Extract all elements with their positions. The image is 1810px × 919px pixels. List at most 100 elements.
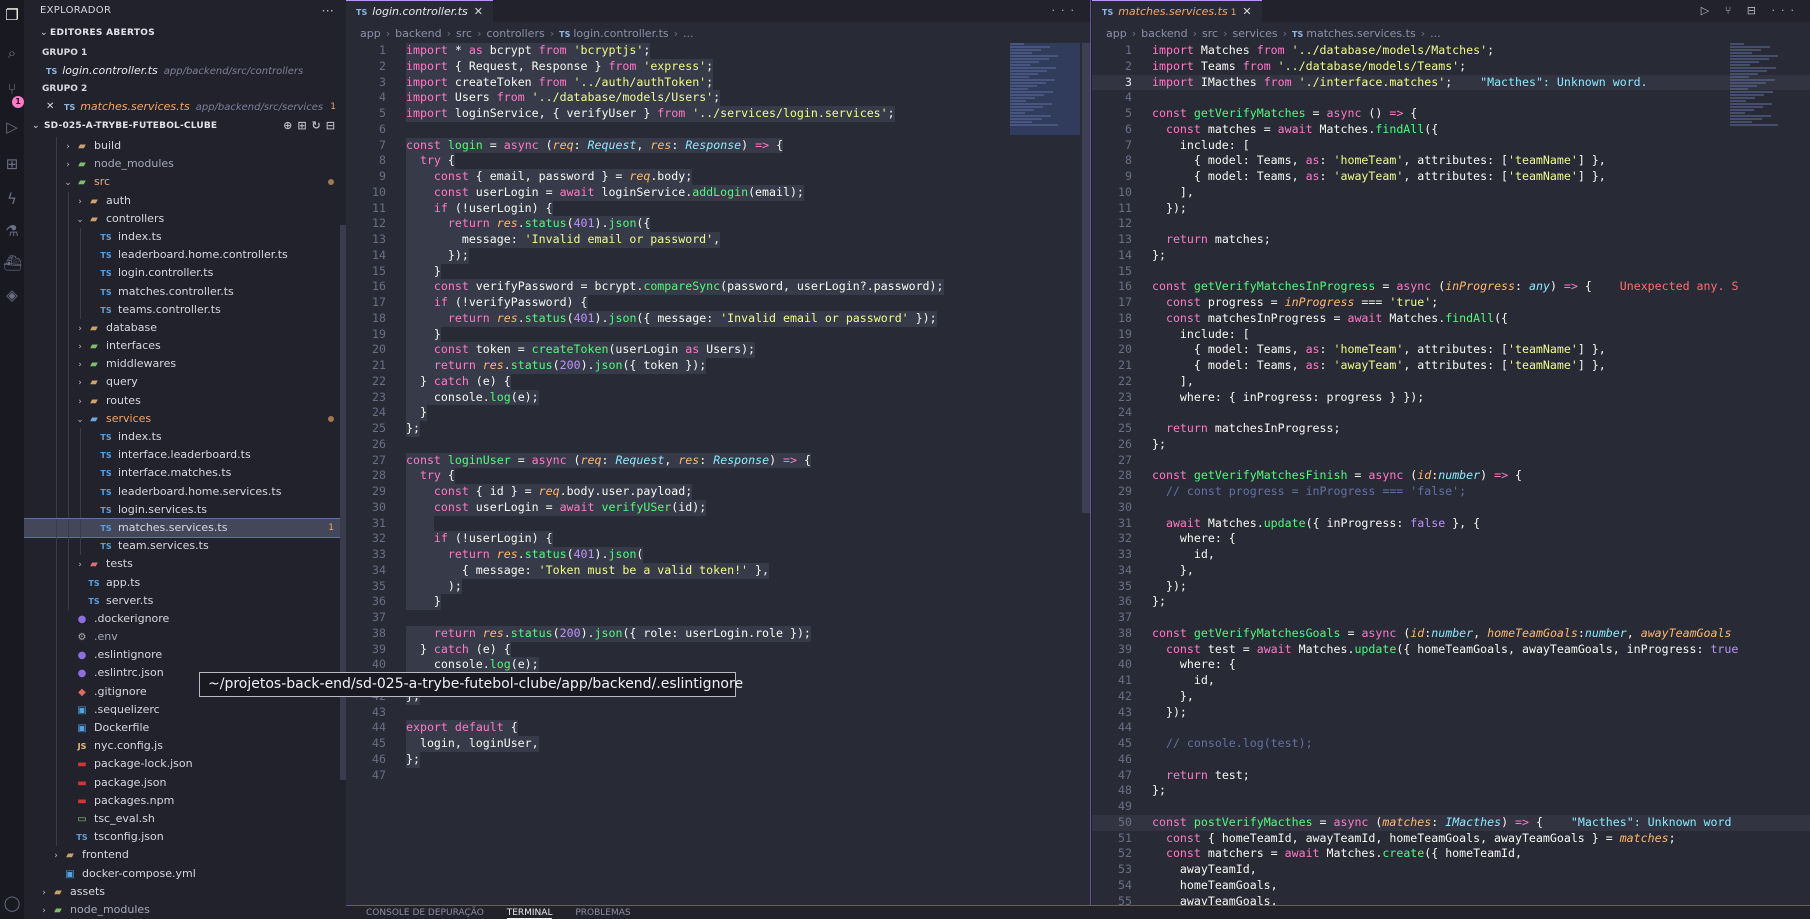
run-debug-icon[interactable]: ▷	[3, 118, 21, 136]
problem-count: 1	[330, 102, 336, 112]
breadcrumb-item[interactable]: src	[1202, 27, 1218, 40]
git-lens-icon[interactable]: ◈	[3, 286, 21, 304]
tree-item[interactable]: › ▰ database	[24, 318, 346, 338]
tree-item[interactable]: ▬ package.json	[24, 773, 346, 792]
tree-item[interactable]: ⚙ .env	[24, 628, 346, 647]
breadcrumb-item[interactable]: app	[1106, 27, 1127, 40]
extensions-icon[interactable]: ⊞	[3, 155, 21, 173]
breadcrumb-item[interactable]: ...	[683, 27, 694, 40]
folder-icon: ▰	[78, 159, 86, 171]
close-icon[interactable]: ✕	[46, 98, 54, 116]
tree-item[interactable]: › ▰ middlewares	[24, 355, 346, 374]
tree-item[interactable]: › ▰ node_modules	[24, 155, 346, 174]
minimap[interactable]	[1010, 43, 1080, 135]
tree-item[interactable]: TS matches.controller.ts	[24, 282, 346, 301]
tree-item[interactable]: TS index.ts	[24, 227, 346, 247]
tree-item[interactable]: TS app.ts	[24, 573, 346, 592]
more-actions-icon[interactable]: ···	[322, 0, 334, 22]
breadcrumb-item[interactable]: controllers	[486, 27, 544, 40]
tab-bar: TS login.controller.ts ✕ ···	[346, 0, 1090, 22]
git-icon: ◆	[78, 686, 86, 698]
folder-icon: ▰	[90, 341, 98, 353]
project-header[interactable]: ⌄ SD-025-A-TRYBE-FUTEBOL-CLUBE ⊕⊞↻⊟	[24, 116, 346, 136]
tree-item[interactable]: TS teams.controller.ts	[24, 300, 346, 319]
breadcrumb-item[interactable]: backend	[395, 27, 441, 40]
tree-item[interactable]: ● .dockerignore	[24, 609, 346, 629]
minimap[interactable]	[1730, 43, 1800, 133]
open-editor-login-controller[interactable]: TS login.controller.ts app/backend/src/con…	[24, 62, 346, 80]
search-icon[interactable]: ⌕	[3, 44, 21, 62]
close-icon[interactable]: ✕	[1242, 5, 1251, 18]
tab-terminal[interactable]: TERMINAL	[506, 908, 553, 919]
breadcrumb-item[interactable]: login.controller.ts	[573, 27, 668, 40]
testing-icon[interactable]: ⚗	[3, 222, 21, 240]
tree-item[interactable]: ▣ docker-compose.yml	[24, 865, 346, 883]
tree-item[interactable]: › ▰ query	[24, 373, 346, 392]
tree-item-label: server.ts	[106, 593, 154, 607]
folder-icon: ▰	[66, 850, 74, 862]
breadcrumb-item[interactable]: matches.services.ts	[1306, 27, 1415, 40]
folder-icon: ▰	[90, 559, 98, 571]
tab-problems[interactable]: PROBLEMAS	[575, 908, 630, 918]
thunder-icon[interactable]: ϟ	[3, 190, 21, 208]
breadcrumb-item[interactable]: services	[1232, 27, 1277, 40]
tree-item[interactable]: ▣ Dockerfile	[24, 719, 346, 738]
tree-item[interactable]: TS interface.leaderboard.ts	[24, 446, 346, 465]
project-actions[interactable]: ⊕⊞↻⊟	[283, 116, 340, 136]
tree-item[interactable]: JS nyc.config.js	[24, 737, 346, 756]
tree-item[interactable]: TS team.services.ts	[24, 537, 346, 556]
tree-item[interactable]: ● .eslintignore	[24, 646, 346, 665]
tree-item[interactable]: › ▰ assets	[24, 883, 346, 901]
breadcrumb-item[interactable]: backend	[1141, 27, 1187, 40]
editor-actions[interactable]: ▷ ⑂ ⊟ ···	[1701, 0, 1800, 22]
tree-item-label: controllers	[106, 211, 165, 225]
tree-item[interactable]: › ▰ tests	[24, 555, 346, 574]
chevron-down-icon: ⌄	[76, 214, 84, 225]
tree-item[interactable]: TS login.services.ts	[24, 500, 346, 519]
account-icon[interactable]: ◯	[3, 894, 21, 912]
tree-item[interactable]: TS leaderboard.home.controller.ts	[24, 246, 346, 265]
tree-item[interactable]: ▬ package-lock.json	[24, 755, 346, 774]
chevron-down-icon: ⌄	[32, 121, 40, 131]
code-area[interactable]: 1 import Matches from '../database/models…	[1092, 43, 1810, 909]
tree-item[interactable]: ⌄ ▰ src	[24, 173, 346, 192]
tree-item[interactable]: › ▰ routes	[24, 391, 346, 410]
tree-item[interactable]: › ▰ interfaces	[24, 337, 346, 356]
tree-item[interactable]: › ▰ auth	[24, 191, 346, 210]
tree-item[interactable]: ▬ packages.npm	[24, 791, 346, 810]
more-actions-icon[interactable]: ···	[1052, 0, 1081, 22]
tree-item[interactable]: ⌄ ▰ controllers	[24, 209, 346, 228]
explorer-icon[interactable]: ❐	[3, 6, 21, 24]
chevron-down-icon: ⌄	[64, 178, 72, 189]
tree-item[interactable]: › ▰ frontend	[24, 846, 346, 864]
chevron-down-icon: ⌄	[76, 414, 84, 425]
chevron-right-icon: ›	[78, 323, 82, 334]
tab-login-controller[interactable]: TS login.controller.ts ✕	[346, 0, 493, 22]
tree-item[interactable]: TS tsconfig.json	[24, 828, 346, 847]
tree-item[interactable]: › ▰ node_modules	[24, 901, 346, 919]
tree-item-label: packages.npm	[94, 793, 175, 807]
tree-item[interactable]: TS leaderboard.home.services.ts	[24, 482, 346, 501]
open-editors-header[interactable]: ⌄ EDITORES ABERTOS	[24, 22, 346, 44]
docker-icon: ▣	[77, 723, 87, 734]
tab-matches-services[interactable]: TS matches.services.ts 1 ✕	[1092, 0, 1262, 22]
editor-scrollbar[interactable]	[1082, 43, 1090, 513]
tree-item[interactable]: ▣ .sequelizerc	[24, 700, 346, 719]
breadcrumb-item[interactable]: src	[456, 27, 472, 40]
typescript-icon: TS	[100, 287, 112, 297]
close-icon[interactable]: ✕	[474, 5, 483, 18]
tree-item[interactable]: TS interface.matches.ts	[24, 464, 346, 483]
tree-item[interactable]: TS login.controller.ts	[24, 264, 346, 283]
breadcrumb-item[interactable]: app	[360, 27, 381, 40]
docker-icon[interactable]: ⛴	[3, 254, 22, 272]
tree-item[interactable]: ⌄ ▰ services	[24, 409, 346, 428]
tree-item[interactable]: TS index.ts	[24, 428, 346, 447]
tree-item[interactable]: › ▰ build	[24, 137, 346, 156]
tree-item[interactable]: TS matches.services.ts 1	[24, 517, 346, 539]
tree-item[interactable]: ▭ tsc_eval.sh	[24, 809, 346, 829]
breadcrumb-item[interactable]: ...	[1430, 27, 1441, 40]
tree-item-label: login.controller.ts	[118, 266, 214, 280]
tree-item[interactable]: TS server.ts	[24, 591, 346, 610]
open-editor-matches-services[interactable]: ✕ TS matches.services.ts app/backend/src/s…	[24, 98, 346, 116]
tab-debug-console[interactable]: CONSOLE DE DEPURAÇÃO	[366, 908, 484, 918]
